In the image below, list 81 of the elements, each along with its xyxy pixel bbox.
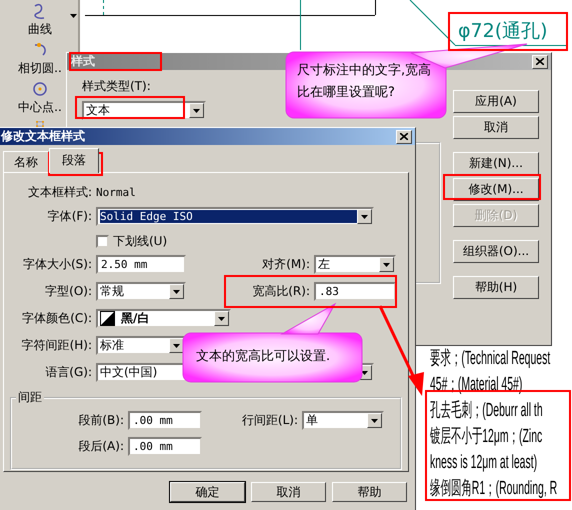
caret-icon xyxy=(218,316,225,320)
dropdown-button[interactable] xyxy=(169,284,184,299)
dropdown-button[interactable] xyxy=(379,257,394,272)
caret-icon xyxy=(371,418,378,422)
dialog-button[interactable]: 组织器(O)... xyxy=(453,240,539,263)
note-text: 镀层不小于12μm；(Zinc xyxy=(430,427,542,447)
highlight-frame xyxy=(48,152,103,176)
caret-icon[interactable] xyxy=(70,14,77,18)
dialog-button[interactable]: 取消 xyxy=(453,116,539,139)
field-label: 文本框样式: xyxy=(26,184,93,201)
dropdown-button[interactable] xyxy=(357,209,372,224)
field-label: 段后(A): xyxy=(77,438,125,455)
field-label: 字体颜色(C): xyxy=(21,310,93,327)
close-icon xyxy=(400,133,408,140)
dropdown-value: 中文(中国) xyxy=(100,364,158,381)
dropdown-value: 单 xyxy=(306,412,318,429)
tab[interactable]: 名称 xyxy=(3,151,49,172)
close-button[interactable] xyxy=(396,130,412,144)
dropdown-field[interactable]: 常规 xyxy=(96,282,186,301)
color-swatch-icon xyxy=(100,311,115,326)
field-label: 对齐(M): xyxy=(261,256,311,273)
field-label: 宽高比(R): xyxy=(251,283,311,300)
field-value: Normal xyxy=(96,186,136,199)
close-icon xyxy=(536,58,544,65)
caret-icon xyxy=(361,214,368,218)
field-label: 字符间距(H): xyxy=(20,337,93,354)
dropdown-field[interactable]: Solid Edge ISO xyxy=(96,207,374,226)
note-text: kness is 12μm at least) xyxy=(430,453,538,473)
input-field[interactable]: .83 xyxy=(314,282,396,301)
dropdown-field[interactable]: 文本 xyxy=(82,101,206,120)
dropdown-field[interactable]: 标准 xyxy=(96,336,186,355)
dropdown-button[interactable] xyxy=(214,311,229,326)
dropdown-value: Solid Edge ISO xyxy=(100,210,357,223)
field-label: 字型(O): xyxy=(44,283,93,300)
checkbox-label[interactable]: 下划线(U) xyxy=(113,232,168,250)
input-field[interactable]: .00 mm xyxy=(128,437,202,456)
dialog-button[interactable]: 应用(A) xyxy=(453,90,539,113)
checkbox[interactable] xyxy=(96,234,109,248)
tool-label[interactable]: 曲线 xyxy=(28,21,52,38)
tab[interactable]: 段落 xyxy=(49,148,99,173)
window-title: 样式 xyxy=(71,53,95,70)
dropdown-button[interactable] xyxy=(367,413,382,428)
caret-icon xyxy=(383,262,390,266)
dropdown-value: 文本 xyxy=(86,102,110,119)
dropdown-value: 标准 xyxy=(100,337,124,354)
dialog-button[interactable]: 帮助 xyxy=(332,482,407,502)
dialog-button[interactable]: 取消 xyxy=(251,482,326,502)
caret-icon xyxy=(173,344,180,348)
dropdown-field[interactable]: 左 xyxy=(314,255,396,274)
field-label: 字体大小(S): xyxy=(22,256,93,273)
note-text: 要求；(Technical Request xyxy=(430,349,550,369)
field-label: 行间距(L): xyxy=(240,412,299,429)
input-field[interactable]: 2.50 mm xyxy=(96,255,186,274)
dialog-button[interactable]: 确定 xyxy=(170,482,245,502)
dropdown-button[interactable] xyxy=(169,338,184,353)
tool-label[interactable]: 中心点.. xyxy=(18,99,62,116)
dropdown-field[interactable]: 黑/白 xyxy=(96,309,231,328)
dialog-button[interactable]: 新建(N)... xyxy=(453,152,539,175)
dimension-text: φ72(通孔) xyxy=(458,19,548,44)
field-label: 语言(G): xyxy=(44,364,93,381)
dropdown-button[interactable] xyxy=(189,103,204,118)
dropdown-value: 左 xyxy=(318,256,330,273)
dropdown-value: 黑/白 xyxy=(120,310,150,327)
caret-icon xyxy=(173,290,180,294)
callout-text: 文本的宽高比可以设置. xyxy=(196,348,330,366)
note-text: 孔去毛刺；(Deburr all th xyxy=(430,401,543,421)
note-text: 缘倒圆角R1；(Rounding, R xyxy=(430,479,558,499)
field-label: 段前(B): xyxy=(77,412,125,429)
field-label: 字体(F): xyxy=(46,208,93,225)
dialog-button[interactable]: 帮助(H) xyxy=(453,276,539,299)
tool-label[interactable]: 相切圆.. xyxy=(18,60,62,77)
dropdown-field[interactable]: 单 xyxy=(302,411,384,430)
group-title: 间距 xyxy=(17,389,43,406)
field-label: 样式类型(T): xyxy=(82,78,151,95)
dialog-button[interactable]: 修改(M)... xyxy=(453,178,539,201)
input-field[interactable]: .00 mm xyxy=(128,411,202,430)
dropdown-value: 常规 xyxy=(100,283,124,300)
callout-text: 尺寸标注中的文字,宽高比在哪里设置呢? xyxy=(297,62,432,102)
circle-icon[interactable] xyxy=(32,81,48,97)
caret-icon xyxy=(193,108,200,112)
window-title: 修改文本框样式 xyxy=(1,128,85,145)
